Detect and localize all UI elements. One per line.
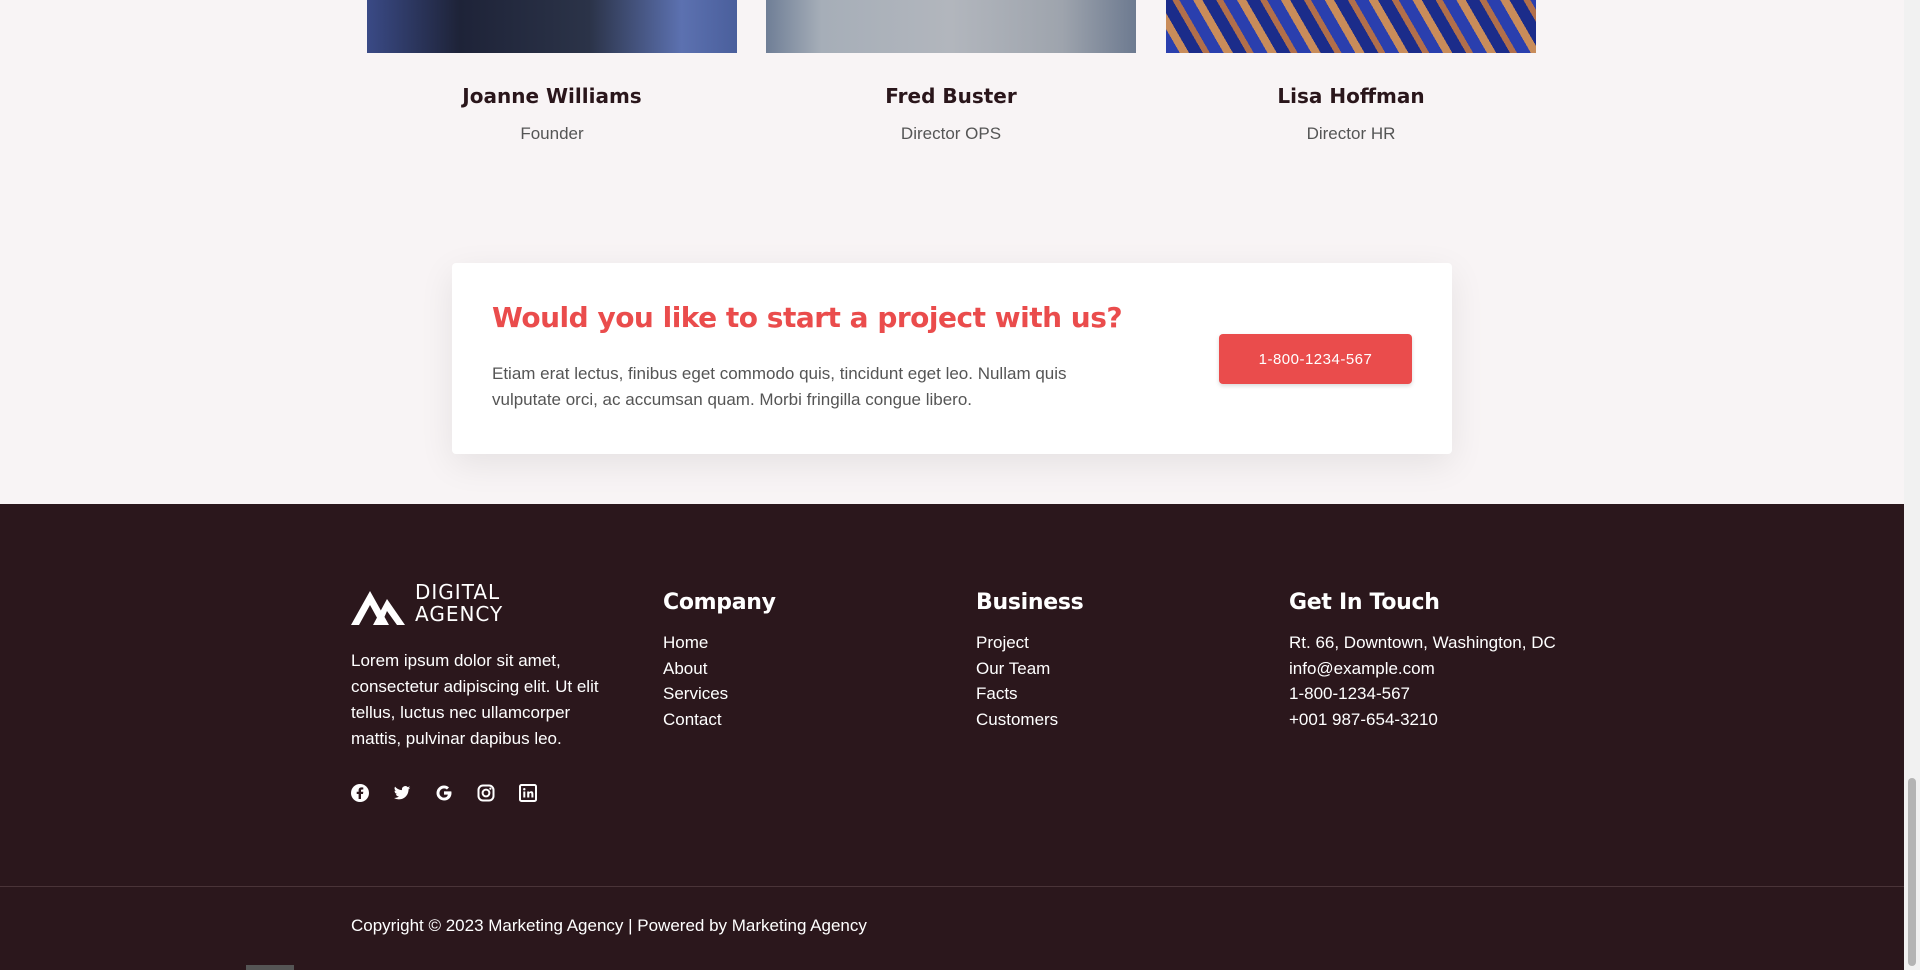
call-button[interactable]: 1-800-1234-567 xyxy=(1219,334,1412,384)
footer-link-services[interactable]: Services xyxy=(663,681,776,707)
footer: DIGITAL AGENCY Lorem ipsum dolor sit ame… xyxy=(0,504,1904,970)
scrollbar-thumb[interactable] xyxy=(1908,778,1916,966)
page: Joanne Williams Founder Fred Buster Dire… xyxy=(0,0,1904,970)
team-photo xyxy=(766,0,1136,53)
google-icon[interactable] xyxy=(435,784,453,802)
footer-link-our-team[interactable]: Our Team xyxy=(976,656,1083,682)
contact-address: Rt. 66, Downtown, Washington, DC xyxy=(1289,633,1556,652)
about-text: Lorem ipsum dolor sit amet, consectetur … xyxy=(351,651,599,748)
logo: DIGITAL AGENCY xyxy=(351,582,521,628)
instagram-icon[interactable] xyxy=(477,784,495,802)
team-card: Fred Buster Director OPS xyxy=(766,0,1136,143)
twitter-icon[interactable] xyxy=(393,784,411,802)
footer-link-facts[interactable]: Facts xyxy=(976,681,1083,707)
team-member-role: Director HR xyxy=(1306,124,1396,143)
footer-link-project[interactable]: Project xyxy=(976,630,1083,656)
team-member-name: Joanne Williams xyxy=(462,84,642,108)
company-heading: Company xyxy=(663,590,776,615)
team-member-name: Lisa Hoffman xyxy=(1277,84,1425,108)
team-card: Joanne Williams Founder xyxy=(367,0,737,143)
facebook-icon[interactable] xyxy=(351,784,369,802)
footer-company-column: Company Home About Services Contact xyxy=(663,584,776,732)
team-photo xyxy=(1166,0,1536,53)
team-member-role: Founder xyxy=(520,124,584,143)
team-photo xyxy=(367,0,737,53)
footer-business-column: Business Project Our Team Facts Customer… xyxy=(976,584,1084,733)
cta-text: Etiam erat lectus, finibus eget commodo … xyxy=(492,364,1067,409)
footer-link-customers[interactable]: Customers xyxy=(976,707,1083,733)
footer-link-contact[interactable]: Contact xyxy=(663,707,776,733)
logo-icon xyxy=(351,591,405,625)
team-member-role: Director OPS xyxy=(900,124,1002,143)
team-card: Lisa Hoffman Director HR xyxy=(1166,0,1536,143)
scroll-to-top-edge[interactable] xyxy=(246,965,294,970)
linkedin-icon[interactable] xyxy=(519,784,537,802)
logo-text-line1: DIGITAL xyxy=(415,580,501,604)
contact-heading: Get In Touch xyxy=(1289,590,1440,615)
team-member-name: Fred Buster xyxy=(885,84,1017,108)
cta-title: Would you like to start a project with u… xyxy=(492,301,1123,334)
footer-link-about[interactable]: About xyxy=(663,656,776,682)
scrollbar[interactable] xyxy=(1904,0,1920,970)
business-heading: Business xyxy=(976,590,1084,615)
footer-link-home[interactable]: Home xyxy=(663,630,776,656)
social-links xyxy=(351,784,537,802)
footer-contact-column: Get In Touch Rt. 66, Downtown, Washingto… xyxy=(1289,584,1556,732)
contact-phone-alt: +001 987-654-3210 xyxy=(1289,709,1438,729)
copyright-text: Copyright © 2023 Marketing Agency | Powe… xyxy=(351,916,867,935)
cta-box: Would you like to start a project with u… xyxy=(452,263,1452,454)
contact-email: info@example.com xyxy=(1289,658,1435,678)
contact-phone: 1-800-1234-567 xyxy=(1289,684,1410,703)
footer-divider xyxy=(0,886,1904,887)
logo-text-line2: AGENCY xyxy=(415,602,504,626)
